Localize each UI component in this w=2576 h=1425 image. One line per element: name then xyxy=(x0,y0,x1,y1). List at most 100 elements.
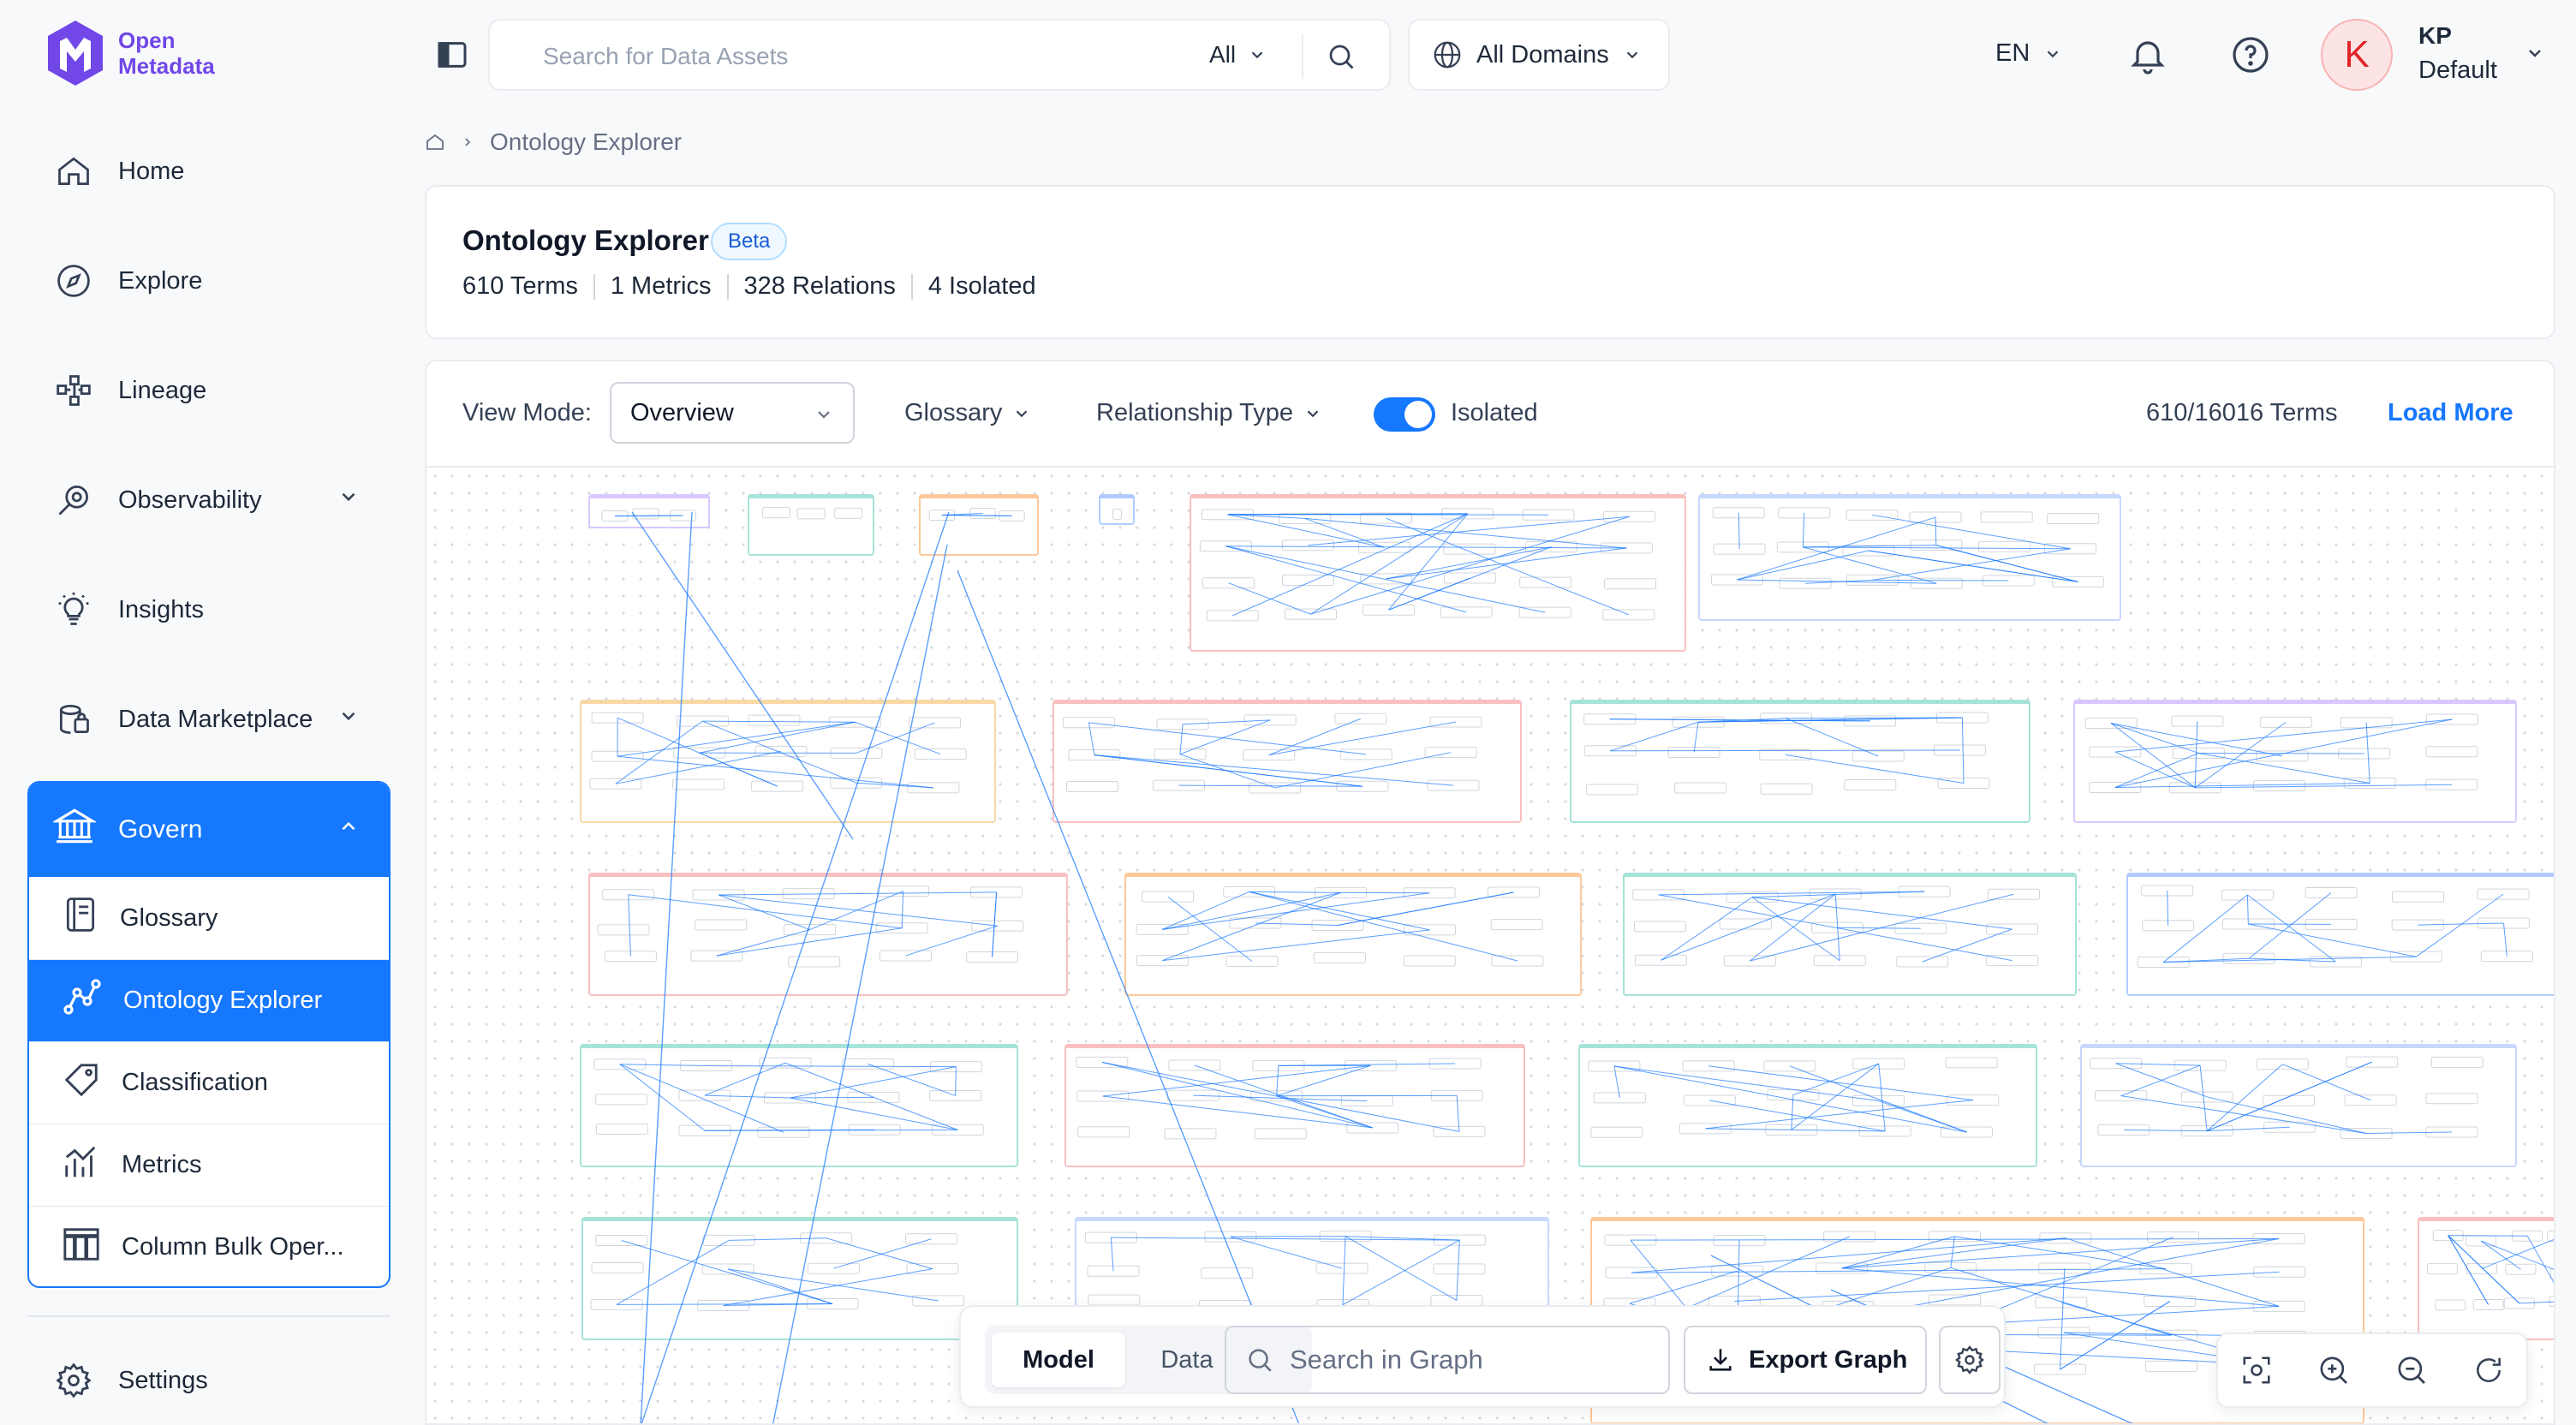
user-name[interactable]: KP xyxy=(2418,22,2452,50)
mode-model-button[interactable]: Model xyxy=(992,1333,1125,1387)
term-node xyxy=(1844,778,1897,790)
term-node xyxy=(2051,575,2104,587)
term-node xyxy=(1062,717,1115,729)
term-node xyxy=(1519,576,1572,588)
nav-glossary[interactable]: Glossary xyxy=(29,877,389,959)
nav-column-bulk-operations-label: Column Bulk Oper... xyxy=(122,1233,344,1261)
refresh-icon[interactable] xyxy=(2472,1354,2505,1386)
glossary-cluster-header xyxy=(1125,873,1581,877)
global-search[interactable]: Search for Data Assets All xyxy=(488,19,1391,91)
domain-selector[interactable]: All Domains xyxy=(1408,19,1670,91)
nav-column-bulk-operations[interactable]: Column Bulk Oper... xyxy=(29,1206,389,1286)
graph-nodes-icon xyxy=(62,977,103,1025)
term-node xyxy=(2466,1235,2497,1247)
search-filter-dropdown[interactable]: All xyxy=(1209,41,1267,69)
term-node xyxy=(2430,1056,2484,1068)
fit-view-icon[interactable] xyxy=(2240,1354,2273,1386)
term-node xyxy=(1719,918,1772,930)
nav-classification[interactable]: Classification xyxy=(29,1041,389,1124)
term-node xyxy=(762,507,791,519)
term-node xyxy=(751,780,804,792)
help-icon[interactable] xyxy=(2230,34,2271,75)
relation-edge xyxy=(2448,1235,2528,1237)
nav-insights[interactable]: Insights xyxy=(51,582,377,637)
term-node xyxy=(1674,782,1727,794)
graph-settings-button[interactable] xyxy=(1939,1326,2001,1394)
view-mode-label: View Mode: xyxy=(462,399,592,426)
home-icon[interactable] xyxy=(425,132,445,152)
nav-metrics[interactable]: Metrics xyxy=(29,1124,389,1206)
chevron-down-icon[interactable] xyxy=(2525,43,2545,63)
global-search-input[interactable]: Search for Data Assets xyxy=(543,43,788,70)
mode-data-button[interactable]: Data xyxy=(1136,1333,1238,1387)
zoom-out-icon[interactable] xyxy=(2394,1353,2429,1387)
language-selector[interactable]: EN xyxy=(1995,39,2062,68)
view-mode-select[interactable]: Overview xyxy=(610,382,855,444)
term-node xyxy=(2144,1360,2197,1372)
breadcrumb-current: Ontology Explorer xyxy=(490,128,683,155)
compass-icon xyxy=(51,259,96,303)
sidebar-toggle-icon[interactable] xyxy=(435,38,469,72)
term-node xyxy=(1593,1092,1646,1104)
nav-settings-label: Settings xyxy=(118,1366,208,1394)
term-node xyxy=(597,924,650,936)
term-node xyxy=(1403,955,1456,967)
avatar[interactable]: K xyxy=(2321,19,2393,91)
app-name: Open Metadata xyxy=(118,27,215,79)
nav-settings[interactable]: Settings xyxy=(51,1353,377,1408)
nav-govern[interactable]: Govern xyxy=(29,783,389,877)
isolated-toggle[interactable] xyxy=(1374,397,1435,432)
graph-search-input[interactable]: Search in Graph xyxy=(1225,1326,1670,1394)
sidebar: Open Metadata Home Explore Lineage Obser… xyxy=(0,0,411,1425)
page-title: Ontology Explorer xyxy=(462,224,709,256)
graph-canvas[interactable] xyxy=(426,468,2554,1425)
export-graph-label: Export Graph xyxy=(1749,1345,1908,1374)
ontology-graph[interactable] xyxy=(426,468,2554,1425)
columns-icon xyxy=(62,1225,101,1271)
gear-icon xyxy=(51,1358,96,1403)
nav-explore[interactable]: Explore xyxy=(51,253,377,308)
bell-icon[interactable] xyxy=(2127,34,2168,75)
download-icon xyxy=(1709,1349,1732,1371)
graph-search-placeholder: Search in Graph xyxy=(1290,1345,1483,1374)
glossary-cluster-header xyxy=(589,873,1067,877)
zoom-in-icon[interactable] xyxy=(2317,1353,2351,1387)
breadcrumb: Ontology Explorer xyxy=(425,128,682,156)
term-node xyxy=(907,782,960,794)
search-icon xyxy=(1249,1349,1272,1372)
nav-lineage[interactable]: Lineage xyxy=(51,363,377,418)
nav-observability[interactable]: Observability xyxy=(51,473,377,528)
nav-observability-label: Observability xyxy=(118,486,262,514)
term-node xyxy=(1443,543,1496,555)
export-graph-button[interactable]: Export Graph xyxy=(1684,1326,1927,1394)
chevron-up-icon xyxy=(337,815,360,844)
globe-icon xyxy=(1434,41,1461,69)
observability-icon xyxy=(51,478,96,522)
nav-home[interactable]: Home xyxy=(51,144,377,199)
nav-govern-group: Govern Glossary Ontology Explorer Classi… xyxy=(27,781,391,1288)
nav-lineage-label: Lineage xyxy=(118,376,207,404)
graph-panel: View Mode: Overview Glossary Relationshi… xyxy=(425,360,2555,1425)
glossary-filter-dropdown[interactable]: Glossary xyxy=(904,399,1031,427)
load-more-link[interactable]: Load More xyxy=(2388,399,2513,427)
term-node xyxy=(1077,1126,1130,1138)
term-node xyxy=(1590,1126,1643,1138)
glossary-filter-label: Glossary xyxy=(904,399,1003,426)
book-icon xyxy=(62,896,99,940)
app-logo[interactable]: Open Metadata xyxy=(45,19,215,87)
search-divider xyxy=(1302,34,1303,79)
term-node xyxy=(2505,1263,2537,1275)
relationship-type-dropdown[interactable]: Relationship Type xyxy=(1096,399,1322,427)
nav-glossary-label: Glossary xyxy=(120,903,218,932)
marketplace-icon xyxy=(51,697,96,742)
chevron-right-icon xyxy=(465,138,471,146)
metrics-chart-icon xyxy=(62,1142,101,1189)
domain-selector-label: All Domains xyxy=(1476,40,1609,69)
search-icon[interactable] xyxy=(1326,41,1357,72)
glossary-cluster-header xyxy=(1591,1218,2364,1221)
nav-ontology-explorer[interactable]: Ontology Explorer xyxy=(29,959,389,1041)
term-node xyxy=(841,1058,894,1070)
language-label: EN xyxy=(1995,39,2030,67)
nav-data-marketplace[interactable]: Data Marketplace xyxy=(51,692,377,747)
stat-isolated: 4 Isolated xyxy=(927,272,1036,300)
